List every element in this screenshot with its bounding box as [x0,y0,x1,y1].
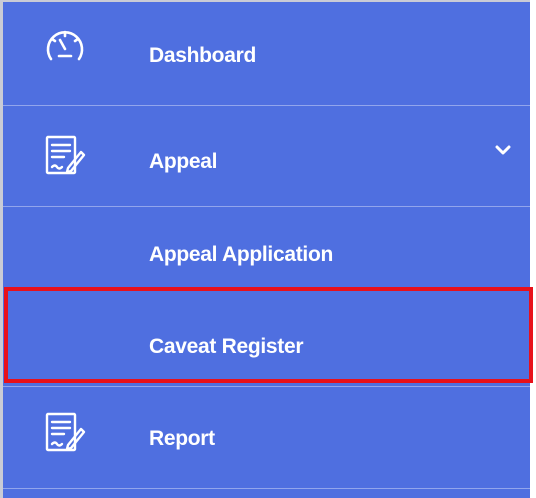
divider [3,488,530,489]
sidebar-item-label: Appeal Application [149,243,334,266]
chevron-down-icon[interactable] [492,139,514,161]
sidebar-item-label: Caveat Register [149,335,304,358]
sidebar-item-label: Dashboard [149,44,256,67]
document-edit-icon [43,411,87,455]
sidebar-item-report[interactable]: Report [3,387,530,487]
sidebar-item-caveat-register[interactable]: Caveat Register [3,291,530,386]
sidebar-item-appeal[interactable]: Appeal [3,106,530,206]
sidebar-item-dashboard[interactable]: Dashboard [3,2,530,105]
sidebar-menu: Dashboard Appeal Appeal Application Cave… [0,0,530,498]
sidebar-item-label: Appeal [149,150,218,173]
sidebar-item-label: Report [149,427,215,450]
document-edit-icon [43,134,87,178]
sidebar-item-appeal-application[interactable]: Appeal Application [3,207,530,290]
speedometer-icon [43,24,87,68]
